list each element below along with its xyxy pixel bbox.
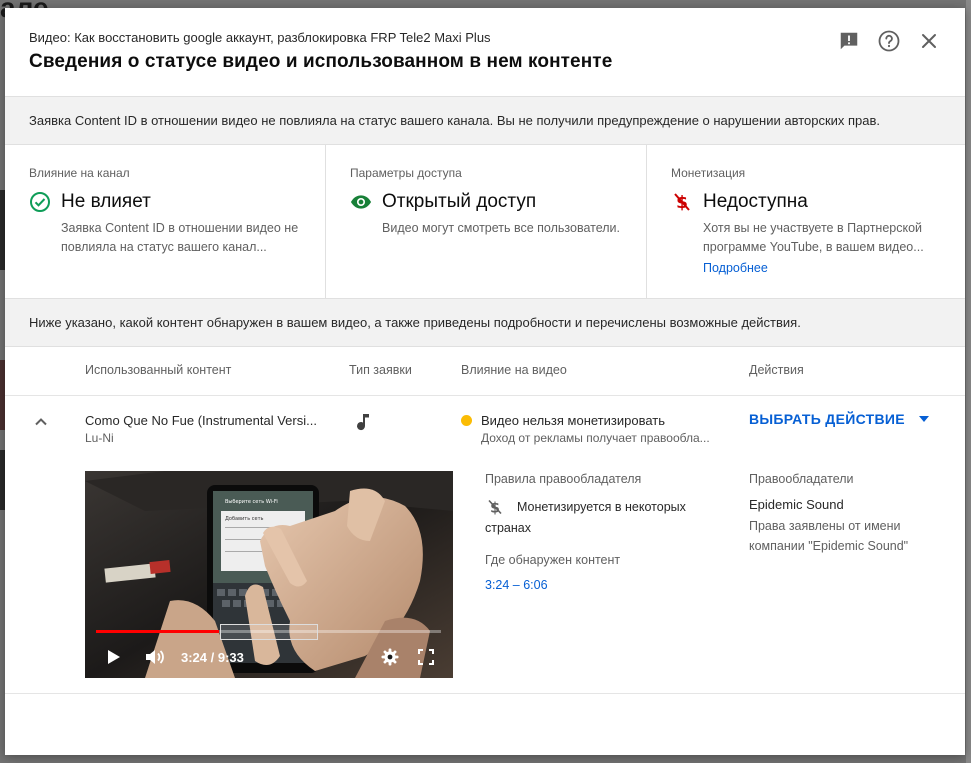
video-title-line: Видео: Как восстановить google аккаунт, … [29,30,491,45]
policy-label: Правила правообладателя [485,472,642,486]
background-scrollbar [966,0,971,763]
owner-name: Epidemic Sound [749,497,844,512]
owner-description: Права заявлены от имени компании "Epidem… [749,519,909,553]
dialog-title: Сведения о статусе видео и использованно… [29,51,613,72]
card-visibility: Параметры доступа Открытый доступ Видео … [325,145,646,298]
time-display: 3:24 / 9:33 [181,650,244,665]
volume-icon[interactable] [143,647,167,667]
found-label: Где обнаружен контент [485,553,621,567]
video-status-dialog: Видео: Как восстановить google аккаунт, … [5,8,965,755]
phone-screen-text: Выберите сеть Wi-Fi [225,499,278,505]
card-label: Влияние на канал [29,166,130,180]
card-description: Заявка Content ID в отношении видео не п… [61,221,299,254]
select-action-label: ВЫБРАТЬ ДЕЙСТВИЕ [749,411,905,427]
learn-more-link[interactable]: Подробнее [703,261,965,275]
check-circle-icon [29,191,51,213]
help-icon[interactable] [877,29,901,53]
video-player[interactable]: Выберите сеть Wi-Fi Добавить сеть 3:24 /… [85,471,453,678]
content-artist: Lu-Ni [85,431,114,445]
progress-fill [96,630,219,633]
impact-title: Видео нельзя монетизировать [481,413,666,428]
card-description: Хотя вы не участвуете в Партнерской прог… [703,221,924,254]
banner-text: Ниже указано, какой контент обнаружен в … [29,315,801,330]
caret-down-icon [918,416,929,422]
select-action-button[interactable]: ВЫБРАТЬ ДЕЙСТВИЕ [749,411,929,427]
claimed-segment-marker [220,624,318,640]
dollar-off-icon: $ [671,191,693,213]
content-info-banner: Ниже указано, какой контент обнаружен в … [5,298,965,347]
column-header-actions: Действия [749,363,804,377]
phone-screen-text: Добавить сеть [225,516,263,522]
card-channel-impact: Влияние на канал Не влияет Заявка Conten… [5,145,325,298]
card-value: Открытый доступ [382,191,537,212]
eye-icon [350,191,372,213]
fullscreen-icon[interactable] [415,647,437,667]
collapse-row-icon[interactable] [31,412,51,432]
channel-status-banner: Заявка Content ID в отношении видео не п… [5,96,965,145]
card-label: Монетизация [671,166,746,180]
policy-text: Монетизируется в некоторых странах [485,500,686,535]
settings-gear-icon[interactable] [379,647,401,667]
content-title: Como Que No Fue (Instrumental Versi... [85,413,317,428]
card-monetization: Монетизация $ Недоступна Хотя вы не учас… [646,145,965,298]
status-cards: Влияние на канал Не влияет Заявка Conten… [5,145,965,298]
play-icon[interactable] [103,647,125,667]
feedback-icon[interactable] [837,29,861,53]
column-header-impact: Влияние на видео [461,363,567,377]
column-header-claim-type: Тип заявки [349,363,412,377]
divider [5,395,965,396]
card-value: Не влияет [61,191,151,212]
impact-status-dot [461,415,472,426]
banner-text: Заявка Content ID в отношении видео не п… [29,113,881,128]
owners-label: Правообладатели [749,472,854,486]
impact-description: Доход от рекламы получает правообла... [481,431,710,445]
card-label: Параметры доступа [350,166,462,180]
music-note-icon [353,412,373,432]
dialog-header: Видео: Как восстановить google аккаунт, … [5,8,965,96]
column-header-content: Использованный контент [85,363,232,377]
card-description: Видео могут смотреть все пользователи. [382,221,621,235]
close-icon[interactable] [917,29,941,53]
found-range-link[interactable]: 3:24 – 6:06 [485,578,548,592]
divider [5,693,965,694]
card-value: Недоступна [703,191,808,212]
